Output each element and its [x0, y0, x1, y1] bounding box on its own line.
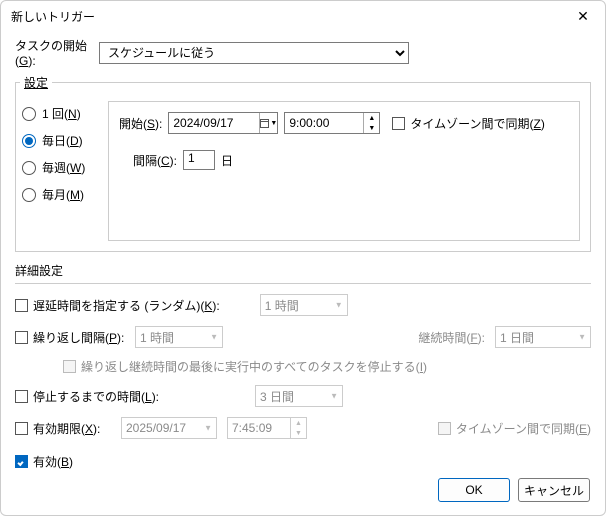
begin-task-select[interactable]: スケジュールに従う: [99, 42, 409, 64]
settings-legend: 設定: [20, 74, 52, 91]
start-date-field[interactable]: 2024/09/17 ▼: [168, 112, 278, 134]
schedule-panel: 開始(S): 2024/09/17 ▼ 9:00:00 ▲ ▼: [108, 101, 580, 241]
spin-up-icon[interactable]: ▲: [291, 418, 306, 428]
time-spinner[interactable]: ▲ ▼: [363, 113, 379, 133]
radio-icon: [22, 161, 36, 175]
chevron-down-icon: ▼: [210, 333, 218, 342]
calendar-icon: [260, 119, 269, 128]
checkbox-icon: [438, 422, 451, 435]
checkbox-icon: [15, 422, 28, 435]
expire-date-field[interactable]: 2025/09/17 ▼: [121, 417, 217, 439]
interval-input[interactable]: 1: [183, 150, 215, 170]
checkbox-icon: [15, 299, 28, 312]
chevron-down-icon: ▼: [578, 333, 586, 342]
checkbox-icon: [63, 360, 76, 373]
checkbox-icon: [15, 331, 28, 344]
radio-weekly[interactable]: 毎週(W): [22, 159, 108, 176]
interval-label: 間隔(C):: [133, 152, 177, 169]
dialog-title: 新しいトリガー: [11, 8, 95, 25]
checkbox-icon: [15, 455, 28, 468]
expire-time-field[interactable]: 7:45:09 ▲ ▼: [227, 417, 307, 439]
separator: [15, 283, 591, 284]
spin-down-icon[interactable]: ▼: [291, 428, 306, 438]
interval-unit: 日: [221, 152, 233, 169]
advanced-title: 詳細設定: [15, 262, 591, 283]
stop-all-checkbox: 繰り返し継続時間の最後に実行中のすべてのタスクを停止する(I): [63, 358, 427, 375]
stop-after-select[interactable]: 3 日間 ▼: [255, 385, 343, 407]
radio-monthly[interactable]: 毎月(M): [22, 186, 108, 203]
radio-icon: [22, 134, 36, 148]
delay-checkbox[interactable]: 遅延時間を指定する (ランダム)(K):: [15, 297, 220, 314]
radio-once[interactable]: 1 回(N): [22, 105, 108, 122]
checkbox-icon: [15, 390, 28, 403]
ok-button[interactable]: OK: [438, 478, 510, 502]
chevron-down-icon: ▼: [330, 392, 338, 401]
cancel-button[interactable]: キャンセル: [518, 478, 590, 502]
close-icon: ✕: [577, 8, 589, 25]
spin-down-icon[interactable]: ▼: [364, 123, 379, 133]
tz-sync-checkbox[interactable]: タイムゾーン間で同期(Z): [392, 115, 545, 132]
duration-select[interactable]: 1 日間 ▼: [495, 326, 591, 348]
repeat-select[interactable]: 1 時間 ▼: [135, 326, 223, 348]
radio-daily[interactable]: 毎日(D): [22, 132, 108, 149]
start-label: 開始(S):: [119, 115, 162, 132]
delay-select[interactable]: 1 時間 ▼: [260, 294, 348, 316]
radio-icon: [22, 107, 36, 121]
close-button[interactable]: ✕: [569, 5, 597, 27]
spin-up-icon[interactable]: ▲: [364, 113, 379, 123]
expire-checkbox[interactable]: 有効期限(X):: [15, 420, 100, 437]
checkbox-icon: [392, 117, 405, 130]
chevron-down-icon: ▼: [204, 424, 212, 433]
settings-group: 設定 1 回(N) 毎日(D) 毎週(W) 毎月(M): [15, 74, 591, 252]
calendar-button[interactable]: ▼: [259, 113, 277, 133]
stop-after-checkbox[interactable]: 停止するまでの時間(L):: [15, 388, 159, 405]
chevron-down-icon: ▼: [270, 120, 277, 127]
begin-task-label: タスクの開始(G):: [15, 37, 99, 68]
expire-tz-checkbox: タイムゾーン間で同期(E): [438, 420, 591, 437]
chevron-down-icon: ▼: [335, 301, 343, 310]
repeat-checkbox[interactable]: 繰り返し間隔(P):: [15, 329, 124, 346]
radio-icon: [22, 188, 36, 202]
duration-label: 継続時間(F):: [418, 329, 485, 346]
start-time-field[interactable]: 9:00:00 ▲ ▼: [284, 112, 380, 134]
enabled-checkbox[interactable]: 有効(B): [15, 453, 73, 470]
